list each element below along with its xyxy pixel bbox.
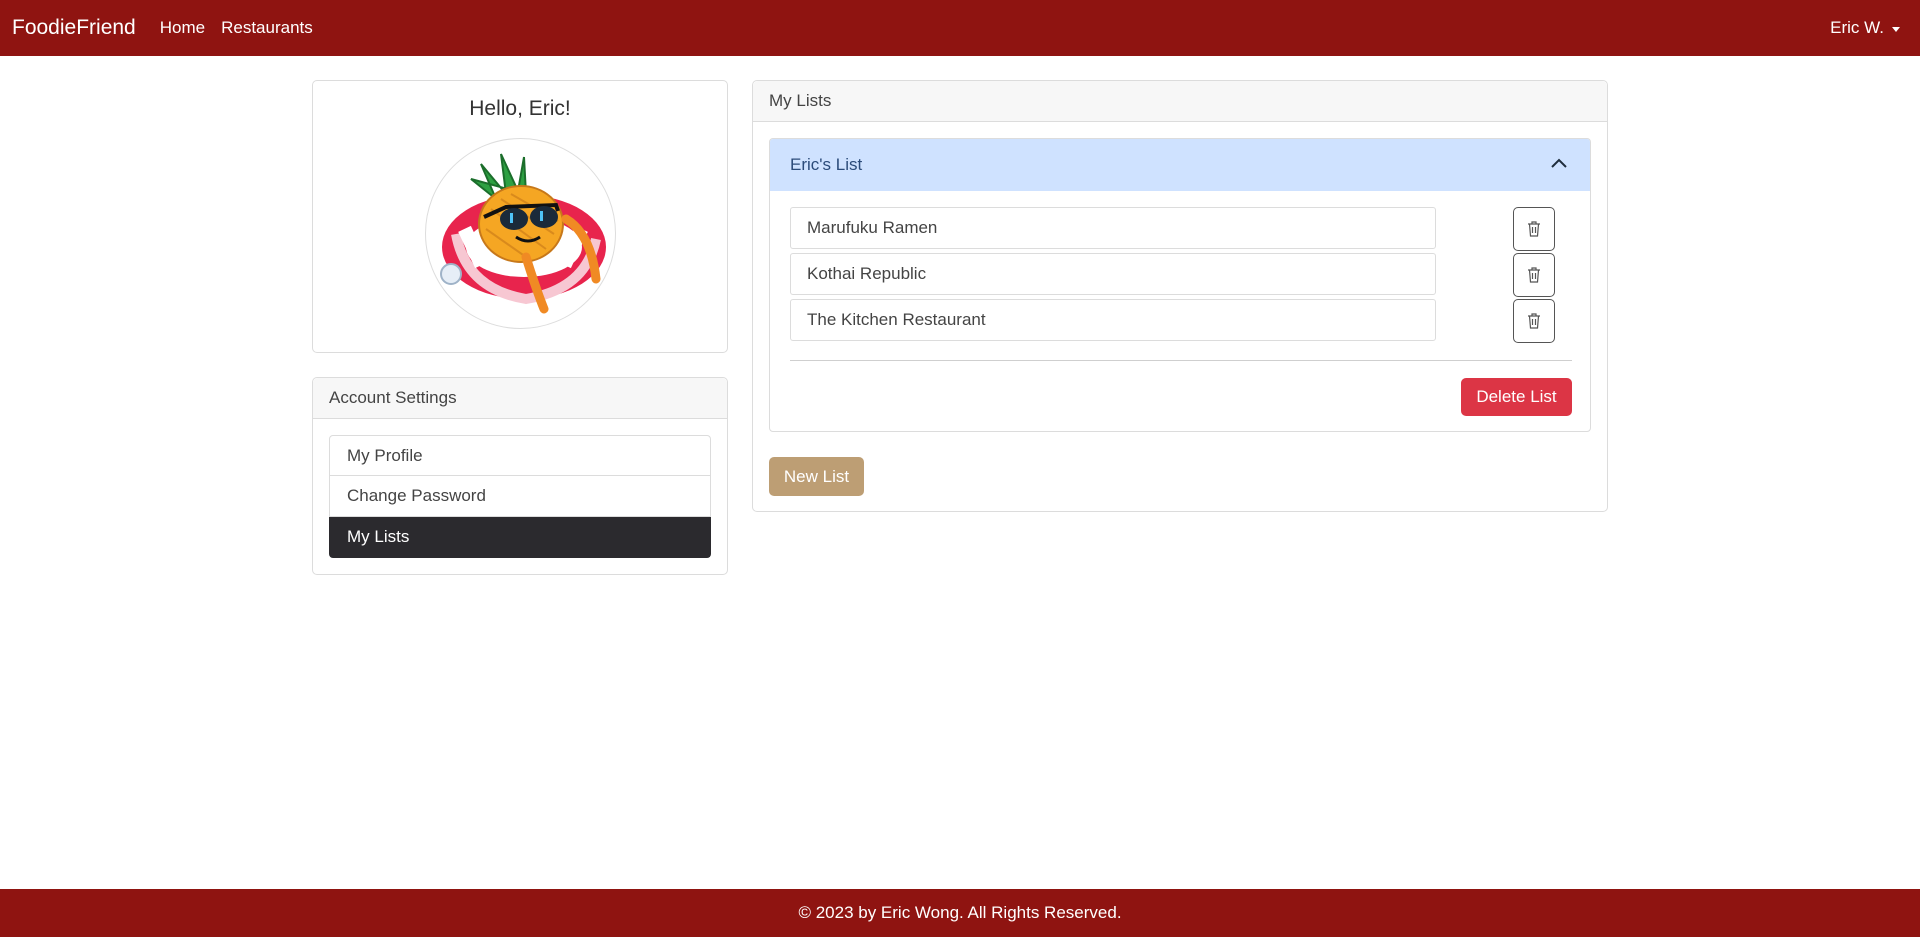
list-item: Marufuku Ramen — [790, 207, 1572, 251]
remove-item-button[interactable] — [1513, 299, 1555, 343]
nav-link-home[interactable]: Home — [160, 18, 205, 38]
profile-card: Hello, Eric! — [312, 80, 728, 353]
list-item-name: Kothai Republic — [790, 253, 1436, 295]
nav-link-restaurants[interactable]: Restaurants — [221, 18, 313, 38]
accordion-header-erics-list[interactable]: Eric's List — [770, 139, 1590, 191]
user-dropdown[interactable]: Eric W. — [1830, 0, 1900, 56]
list-item-name: Marufuku Ramen — [790, 207, 1436, 249]
chevron-up-icon — [1551, 158, 1567, 168]
pineapple-mascot-icon — [440, 153, 606, 314]
settings-item-my-lists[interactable]: My Lists — [329, 517, 711, 558]
caret-down-icon — [1892, 26, 1900, 32]
delete-list-button[interactable]: Delete List — [1461, 378, 1572, 416]
divider — [790, 360, 1572, 361]
settings-item-my-profile[interactable]: My Profile — [329, 435, 711, 476]
account-settings-title: Account Settings — [313, 378, 727, 419]
greeting-text: Hello, Eric! — [469, 97, 571, 120]
list-accordion: Eric's List Marufuku Ramen Kothai Republ… — [769, 138, 1591, 432]
my-lists-title: My Lists — [753, 81, 1607, 122]
footer: © 2023 by Eric Wong. All Rights Reserved… — [0, 889, 1920, 937]
settings-list: My Profile Change Password My Lists — [329, 435, 711, 558]
avatar — [425, 138, 616, 329]
settings-item-change-password[interactable]: Change Password — [329, 476, 711, 517]
trash-icon — [1528, 313, 1540, 329]
account-settings-card: Account Settings My Profile Change Passw… — [312, 377, 728, 575]
list-name: Eric's List — [790, 155, 863, 174]
remove-item-button[interactable] — [1513, 253, 1555, 297]
user-name: Eric W. — [1830, 18, 1884, 37]
list-item: The Kitchen Restaurant — [790, 299, 1572, 343]
trash-icon — [1528, 267, 1540, 283]
brand-link[interactable]: FoodieFriend — [12, 16, 136, 40]
top-navbar: FoodieFriend Home Restaurants Eric W. — [0, 0, 1920, 56]
new-list-button[interactable]: New List — [769, 457, 864, 496]
list-item: Kothai Republic — [790, 253, 1572, 297]
trash-icon — [1528, 221, 1540, 237]
list-item-name: The Kitchen Restaurant — [790, 299, 1436, 341]
footer-text: © 2023 by Eric Wong. All Rights Reserved… — [798, 903, 1122, 922]
remove-item-button[interactable] — [1513, 207, 1555, 251]
my-lists-card: My Lists Eric's List Marufuku Ramen Koth… — [752, 80, 1608, 512]
